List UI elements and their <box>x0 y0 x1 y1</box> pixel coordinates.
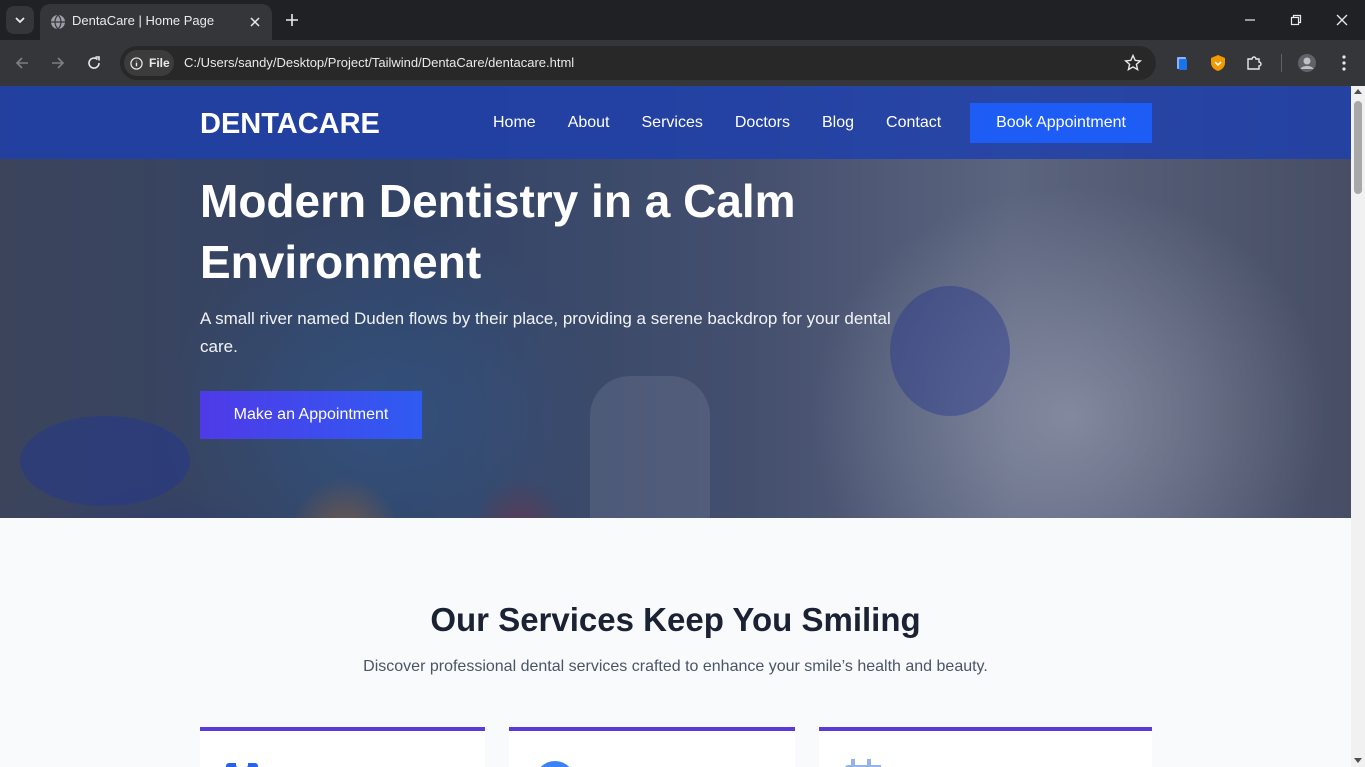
info-icon <box>130 56 143 70</box>
hero-title: Modern Dentistry in a Calm Environment <box>200 175 796 288</box>
service-card[interactable] <box>819 727 1152 767</box>
globe-icon <box>51 14 65 30</box>
extension-shield-icon[interactable] <box>1207 52 1229 74</box>
reload-icon <box>88 56 100 69</box>
hero-subtitle: A small river named Duden flows by their… <box>200 309 891 356</box>
service-card[interactable] <box>509 727 795 767</box>
scrollbar-thumb[interactable] <box>1354 101 1362 194</box>
tab-title: DentaCare | Home Page <box>72 13 215 28</box>
reload-button[interactable] <box>80 49 108 77</box>
bookmark-star-icon[interactable] <box>1124 54 1142 72</box>
site-navbar: DENTACARE Home About Services Doctors Bl… <box>0 86 1351 159</box>
page-scrollbar[interactable] <box>1351 86 1365 767</box>
make-appointment-button[interactable]: Make an Appointment <box>200 391 422 439</box>
browser-tabstrip: DentaCare | Home Page <box>0 0 1365 40</box>
restore-button[interactable] <box>1273 0 1319 40</box>
browser-tab-active[interactable]: DentaCare | Home Page <box>40 4 272 40</box>
chevron-down-icon <box>15 17 25 24</box>
close-icon <box>1336 14 1348 26</box>
toolbar-separator <box>1281 54 1282 72</box>
restore-icon <box>1290 14 1302 26</box>
book-appointment-button[interactable]: Book Appointment <box>970 103 1152 143</box>
services-title: Our Services Keep You Smiling <box>430 601 921 638</box>
more-menu-icon[interactable] <box>1333 52 1355 74</box>
nav-link-blog[interactable]: Blog <box>822 114 854 132</box>
extension-docs-icon[interactable] <box>1171 52 1193 74</box>
service-card[interactable] <box>200 727 485 767</box>
site-logo[interactable]: DENTACARE <box>200 108 380 141</box>
scroll-down-arrow-icon[interactable] <box>1354 758 1362 763</box>
nav-link-about[interactable]: About <box>568 114 610 132</box>
close-tab-icon[interactable] <box>246 13 264 31</box>
arrow-left-icon <box>15 57 28 69</box>
browser-toolbar: File C:/Users/sandy/Desktop/Project/Tail… <box>0 40 1365 86</box>
circle-icon <box>540 761 570 767</box>
site-chip-label: File <box>149 56 170 70</box>
calendar-icon <box>845 759 881 767</box>
services-section: Our Services Keep You Smiling Discover p… <box>0 518 1351 767</box>
new-tab-button[interactable] <box>280 8 304 32</box>
nav-link-services[interactable]: Services <box>642 114 703 132</box>
forward-button[interactable] <box>44 49 72 77</box>
minimize-button[interactable] <box>1227 0 1273 40</box>
url-text[interactable]: C:/Users/sandy/Desktop/Project/Tailwind/… <box>184 55 574 70</box>
plus-icon <box>286 14 298 26</box>
nav-link-doctors[interactable]: Doctors <box>735 114 790 132</box>
profile-avatar[interactable] <box>1296 52 1318 74</box>
nav-links: Home About Services Doctors Blog Contact <box>493 114 973 132</box>
tab-search-button[interactable] <box>6 6 34 34</box>
extensions-puzzle-icon[interactable] <box>1243 52 1265 74</box>
scroll-up-arrow-icon[interactable] <box>1354 89 1362 94</box>
address-bar[interactable]: File C:/Users/sandy/Desktop/Project/Tail… <box>120 46 1156 80</box>
minimize-icon <box>1245 19 1255 21</box>
nav-link-home[interactable]: Home <box>493 114 536 132</box>
page-viewport: DENTACARE Home About Services Doctors Bl… <box>0 86 1365 767</box>
site-info-chip[interactable]: File <box>124 50 174 76</box>
services-subtitle: Discover professional dental services cr… <box>363 658 988 675</box>
clipboard-icon <box>226 759 258 767</box>
hero-section: DENTACARE Home About Services Doctors Bl… <box>0 86 1351 518</box>
arrow-right-icon <box>52 57 65 69</box>
close-window-button[interactable] <box>1319 0 1365 40</box>
back-button[interactable] <box>8 49 36 77</box>
nav-link-contact[interactable]: Contact <box>886 114 941 132</box>
